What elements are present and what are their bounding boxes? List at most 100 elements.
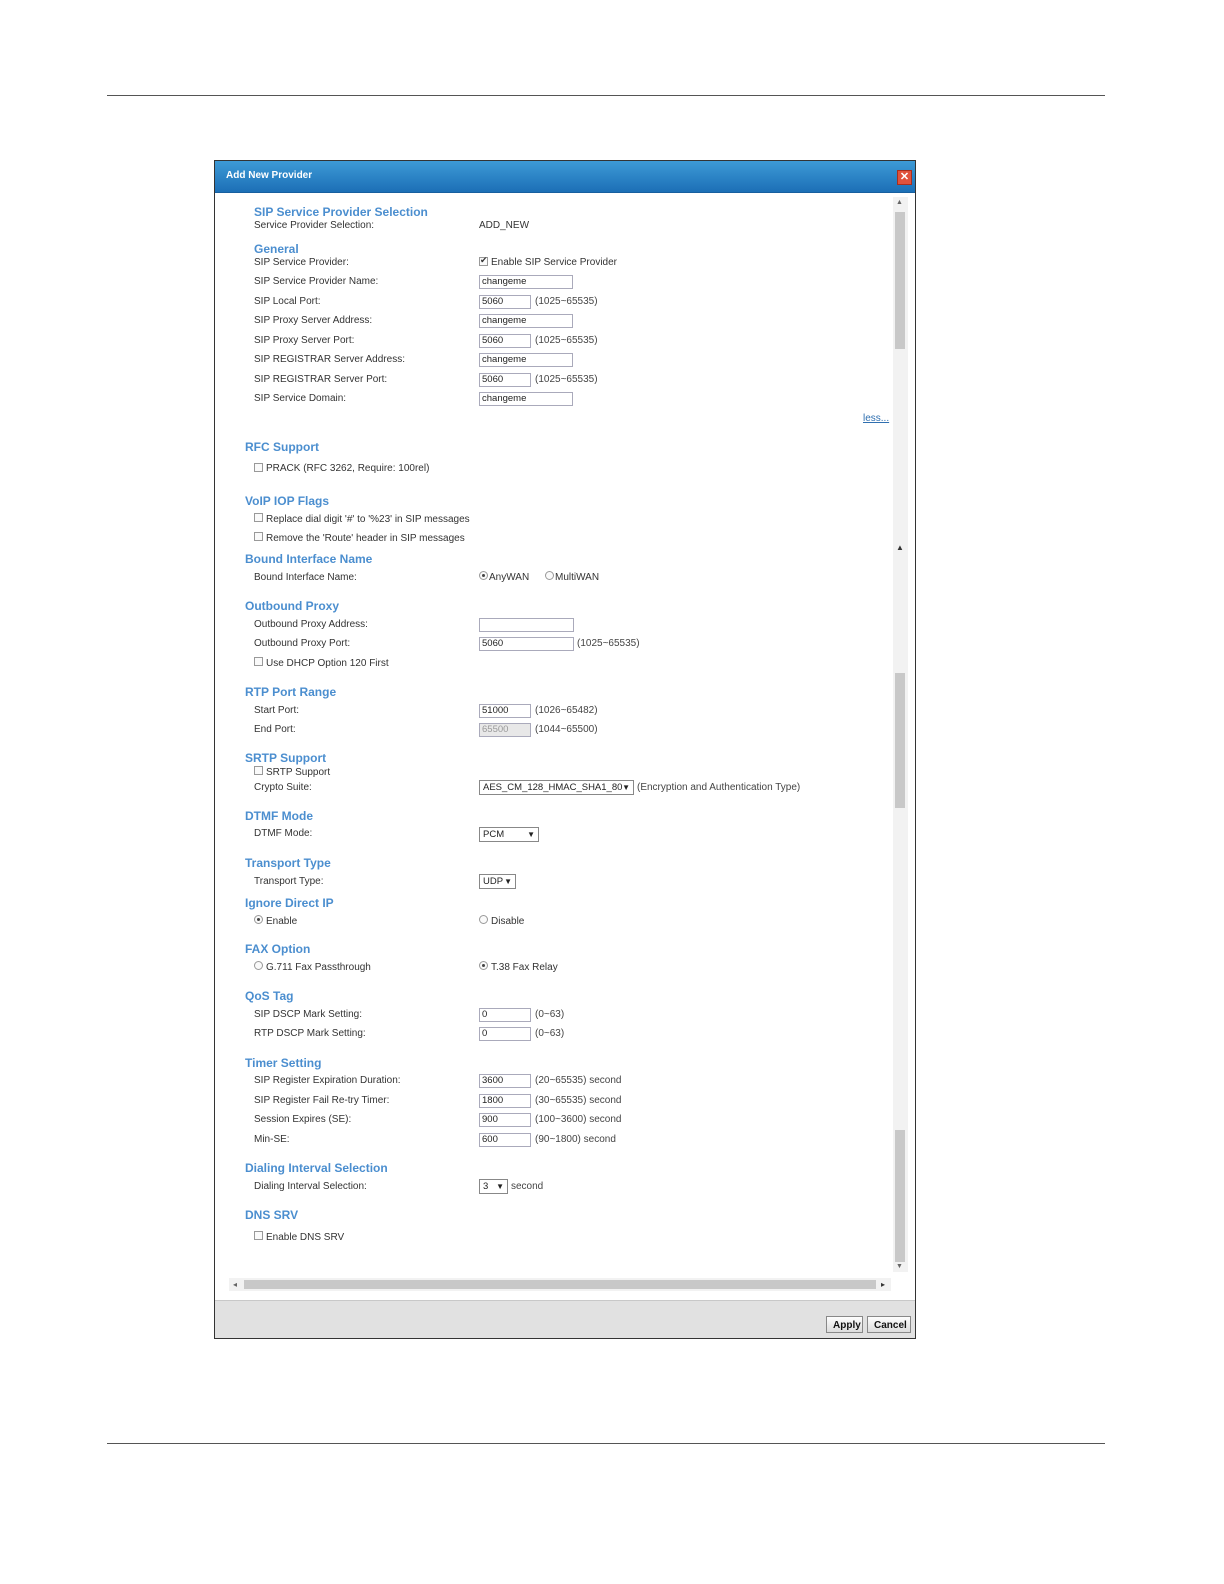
cancel-button[interactable]: Cancel [867,1316,911,1333]
registrar-address-label: SIP REGISTRAR Server Address: [254,354,405,365]
enable-sip-service-provider-checkbox[interactable] [479,255,488,266]
dialing-interval-unit: second [511,1181,544,1192]
apply-button[interactable]: Apply [826,1316,863,1333]
t38-fax-radio[interactable] [479,961,488,970]
proxy-address-input[interactable]: changeme [479,314,573,328]
outbound-proxy-address-input[interactable] [479,618,574,632]
service-provider-selection-label: Service Provider Selection: [254,220,375,231]
remove-route-header-checkbox[interactable] [254,532,263,541]
section-title-general: General [254,242,299,256]
dtmf-mode-label: DTMF Mode: [254,828,313,839]
scroll-down-icon[interactable]: ▼ [896,1263,903,1270]
proxy-port-input[interactable]: 5060 [479,334,531,348]
prack-checkbox[interactable] [254,463,263,472]
vertical-scrollbar[interactable]: ▲ ▲ ▼ [893,197,908,1272]
scroll-left-icon[interactable]: ◂ [233,1278,237,1291]
rtp-dscp-hint: (0~63) [535,1028,565,1039]
dialing-interval-value: 3 [483,1181,489,1192]
scroll-up-icon[interactable]: ▲ [896,199,903,206]
service-provider-selection-value: ADD_NEW [479,220,530,231]
local-port-input[interactable]: 5060 [479,295,531,309]
start-port-input[interactable]: 51000 [479,704,531,718]
outbound-proxy-port-input[interactable]: 5060 [479,637,574,651]
page-top-rule [107,95,1105,96]
section-title-dtmf-mode: DTMF Mode [245,809,313,823]
enable-dns-srv-checkbox[interactable] [254,1231,263,1240]
replace-dial-digit-label: Replace dial digit '#' to '%23' in SIP m… [266,514,470,525]
transport-type-label: Transport Type: [254,876,324,887]
dhcp-option-checkbox[interactable] [254,657,263,666]
t38-fax-label: T.38 Fax Relay [491,962,558,973]
min-se-hint: (90~1800) second [535,1134,616,1145]
horizontal-scroll-thumb[interactable] [244,1280,876,1289]
end-port-label: End Port: [254,724,296,735]
g711-fax-radio[interactable] [254,961,263,970]
enable-sip-service-provider-label: Enable SIP Service Provider [491,257,617,268]
close-icon[interactable]: ✕ [897,170,912,185]
proxy-port-hint: (1025~65535) [535,335,598,346]
dialing-interval-label: Dialing Interval Selection: [254,1181,367,1192]
horizontal-scrollbar[interactable]: ◂ ▸ [229,1278,891,1291]
register-expiration-input[interactable]: 3600 [479,1074,531,1088]
section-title-fax-option: FAX Option [245,942,311,956]
sip-dscp-label: SIP DSCP Mark Setting: [254,1009,363,1020]
multiwan-label: MultiWAN [555,572,600,583]
vertical-scroll-thumb[interactable] [895,673,905,808]
dhcp-option-label: Use DHCP Option 120 First [266,658,389,669]
page-bottom-rule [107,1443,1105,1444]
chevron-down-icon: ▼ [504,877,512,886]
section-title-ignore-direct-ip: Ignore Direct IP [245,896,334,910]
section-title-srtp-support: SRTP Support [245,751,327,765]
local-port-label: SIP Local Port: [254,296,321,307]
replace-dial-digit-checkbox[interactable] [254,513,263,522]
provider-name-input[interactable]: changeme [479,275,573,289]
ignore-direct-ip-disable-radio[interactable] [479,915,488,924]
session-expires-hint: (100~3600) second [535,1114,622,1125]
crypto-suite-select[interactable]: AES_CM_128_HMAC_SHA1_80 ▼ [479,780,634,795]
chevron-down-icon: ▼ [622,783,630,792]
vertical-scroll-thumb[interactable] [895,212,905,349]
dtmf-mode-select[interactable]: PCM ▼ [479,827,539,842]
dialing-interval-select[interactable]: 3 ▼ [479,1179,508,1194]
anywan-label: AnyWAN [489,572,530,583]
rtp-dscp-label: RTP DSCP Mark Setting: [254,1028,366,1039]
service-domain-input[interactable]: changeme [479,392,573,406]
register-expiration-hint: (20~65535) second [535,1075,622,1086]
ignore-direct-ip-disable-label: Disable [491,916,525,927]
min-se-input[interactable]: 600 [479,1133,531,1147]
srtp-support-checkbox[interactable] [254,766,263,775]
registrar-port-input[interactable]: 5060 [479,373,531,387]
sip-dscp-input[interactable]: 0 [479,1008,531,1022]
service-domain-label: SIP Service Domain: [254,393,347,404]
scroll-right-icon[interactable]: ▸ [881,1278,885,1291]
start-port-hint: (1026~65482) [535,705,598,716]
transport-type-select[interactable]: UDP ▼ [479,874,516,889]
session-expires-input[interactable]: 900 [479,1113,531,1127]
section-title-outbound-proxy: Outbound Proxy [245,599,339,613]
remove-route-header-label: Remove the 'Route' header in SIP message… [266,533,465,544]
vertical-scroll-thumb[interactable] [895,1130,905,1262]
bound-interface-label: Bound Interface Name: [254,572,357,583]
chevron-down-icon: ▼ [496,1182,504,1191]
ignore-direct-ip-enable-label: Enable [266,916,298,927]
dialog-title: Add New Provider [226,170,313,181]
less-link[interactable]: less... [863,413,889,424]
section-title-transport-type: Transport Type [245,856,331,870]
end-port-input: 65500 [479,723,531,737]
ignore-direct-ip-enable-radio[interactable] [254,915,263,924]
srtp-support-label: SRTP Support [266,767,331,778]
register-expiration-label: SIP Register Expiration Duration: [254,1075,401,1086]
anywan-radio[interactable] [479,571,488,580]
section-title-bound-interface: Bound Interface Name [245,552,373,566]
registrar-address-input[interactable]: changeme [479,353,573,367]
crypto-suite-label: Crypto Suite: [254,782,312,793]
sip-service-provider-label: SIP Service Provider: [254,257,349,268]
register-retry-input[interactable]: 1800 [479,1094,531,1108]
multiwan-radio[interactable] [545,571,554,580]
section-title-rfc-support: RFC Support [245,440,319,454]
section-title-sip-service-provider-selection: SIP Service Provider Selection [254,205,428,219]
scroll-up-icon[interactable]: ▲ [896,543,904,552]
crypto-suite-value: AES_CM_128_HMAC_SHA1_80 [483,782,623,793]
section-title-qos-tag: QoS Tag [245,989,294,1003]
rtp-dscp-input[interactable]: 0 [479,1027,531,1041]
